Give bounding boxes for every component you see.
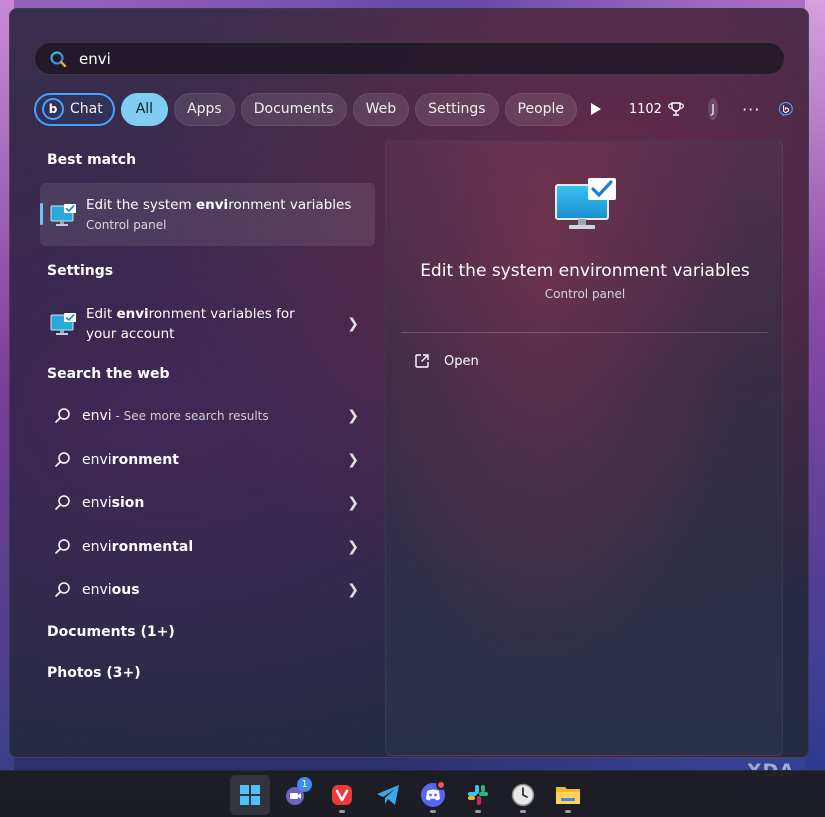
open-external-icon	[415, 354, 429, 368]
control-panel-monitor-icon	[50, 313, 76, 335]
chevron-right-icon[interactable]: ❯	[347, 582, 359, 598]
preview-divider	[401, 332, 768, 333]
settings-result[interactable]: Edit environment variables for your acco…	[40, 302, 375, 346]
start-button[interactable]	[230, 775, 270, 815]
chevron-right-icon[interactable]: ❯	[347, 316, 359, 332]
rewards-points[interactable]: 1102	[629, 101, 684, 117]
best-match-heading: Best match	[47, 152, 137, 168]
control-panel-monitor-icon	[50, 203, 76, 226]
web-suggestion[interactable]: envious ❯	[40, 570, 375, 610]
best-match-title: Edit the system environment variables	[86, 196, 352, 213]
search-panel: b Chat All Apps Documents Web Settings P…	[9, 8, 809, 758]
taskbar: 1	[0, 770, 825, 817]
search-icon	[50, 50, 67, 67]
settings-heading: Settings	[47, 263, 114, 279]
trophy-icon	[668, 102, 684, 116]
search-icon	[55, 452, 70, 467]
search-icon	[55, 408, 70, 423]
tab-settings[interactable]: Settings	[415, 92, 499, 126]
taskbar-clock[interactable]	[503, 775, 543, 815]
telegram-icon	[377, 785, 399, 805]
notification-dot	[436, 780, 446, 790]
web-suggestion[interactable]: envision ❯	[40, 483, 375, 523]
bing-chat-icon: b	[42, 98, 64, 120]
folder-icon	[556, 787, 580, 804]
tab-people[interactable]: People	[504, 92, 578, 126]
windows-logo-icon	[240, 785, 260, 805]
filter-bar: b Chat All Apps Documents Web Settings P…	[34, 92, 794, 126]
tab-documents[interactable]: Documents	[240, 92, 347, 126]
more-filters-play-icon[interactable]	[589, 102, 603, 116]
best-match-result[interactable]: Edit the system environment variables Co…	[40, 183, 375, 246]
open-action[interactable]: Open	[414, 353, 479, 369]
search-box[interactable]	[34, 42, 785, 75]
search-icon	[55, 582, 70, 597]
vivaldi-icon	[332, 785, 352, 805]
preview-subtitle: Control panel	[544, 287, 626, 301]
chevron-right-icon[interactable]: ❯	[347, 495, 359, 511]
settings-result-line1: Edit environment variables for	[86, 306, 295, 322]
user-avatar[interactable]: J	[707, 98, 719, 120]
preview-title: Edit the system environment variables	[420, 261, 750, 281]
control-panel-monitor-icon	[555, 178, 616, 229]
chat-button[interactable]: b Chat	[34, 92, 115, 126]
chevron-right-icon[interactable]: ❯	[347, 539, 359, 555]
slack-icon	[468, 785, 488, 805]
documents-section[interactable]: Documents (1+)	[47, 624, 175, 640]
tab-web[interactable]: Web	[352, 92, 410, 126]
settings-result-line2: your account	[86, 326, 175, 342]
taskbar-vivaldi[interactable]	[322, 775, 362, 815]
tab-all[interactable]: All	[120, 92, 169, 126]
web-suggestion[interactable]: environment ❯	[40, 440, 375, 480]
taskbar-telegram[interactable]	[368, 775, 408, 815]
chevron-right-icon[interactable]: ❯	[347, 452, 359, 468]
taskbar-file-explorer[interactable]	[548, 775, 588, 815]
open-label: Open	[444, 353, 479, 369]
taskbar-slack[interactable]	[458, 775, 498, 815]
taskbar-discord[interactable]	[413, 775, 453, 815]
chevron-right-icon[interactable]: ❯	[347, 408, 359, 424]
clock-icon	[511, 783, 535, 807]
search-icon	[55, 495, 70, 510]
web-result-see-more[interactable]: envi - See more search results ❯	[40, 396, 375, 436]
photos-section[interactable]: Photos (3+)	[47, 665, 141, 681]
search-icon	[55, 539, 70, 554]
chat-label: Chat	[70, 101, 103, 117]
bing-icon[interactable]	[778, 92, 794, 126]
taskbar-meet[interactable]: 1	[276, 775, 316, 815]
search-input[interactable]	[79, 49, 679, 68]
points-value: 1102	[628, 101, 662, 117]
more-options-icon[interactable]: ···	[742, 100, 760, 119]
search-web-heading: Search the web	[47, 366, 170, 382]
notification-badge: 1	[297, 777, 312, 792]
tab-apps[interactable]: Apps	[174, 92, 235, 126]
web-suggestion[interactable]: environmental ❯	[40, 527, 375, 567]
preview-pane: Edit the system environment variables Co…	[385, 140, 783, 756]
best-match-subtitle: Control panel	[86, 217, 167, 232]
